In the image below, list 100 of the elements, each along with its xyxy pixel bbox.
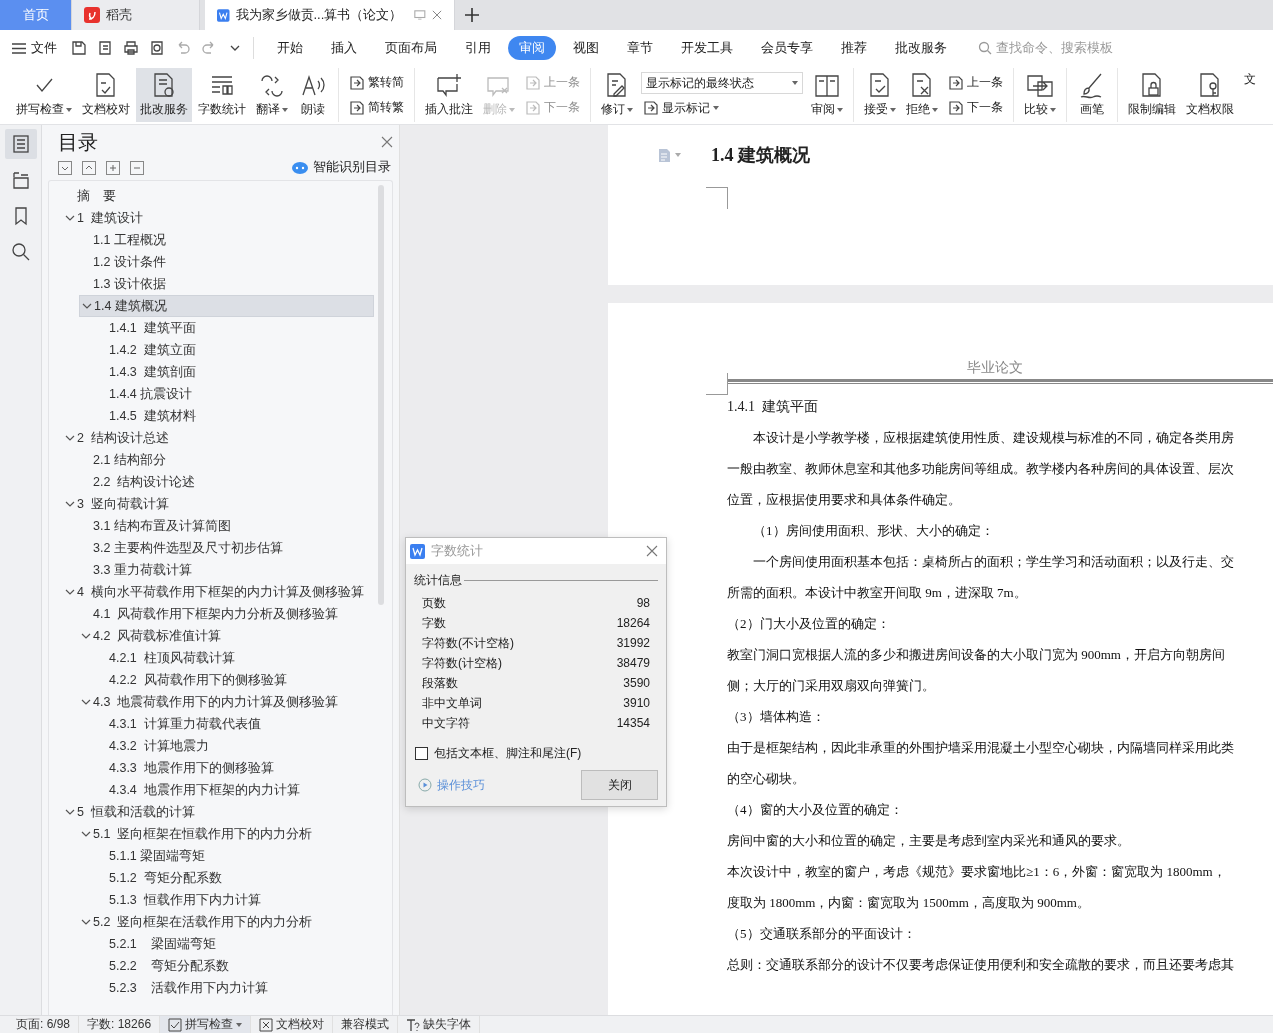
ribbon-button[interactable]: 上一条 <box>946 73 1005 92</box>
ribbon-button[interactable]: 接受 <box>860 68 900 122</box>
window-tab[interactable]: 我为家乡做贡...算书（论文） <box>205 0 455 30</box>
outline-item[interactable]: 4.3 地震荷载作用下的内力计算及侧移验算 <box>79 691 374 713</box>
outline-item[interactable]: 4.2.1 柱顶风荷载计算 <box>95 647 374 669</box>
outline-item[interactable]: 5.2 竖向框架在活载作用下的内力分析 <box>79 911 374 933</box>
menu-tab[interactable]: 引用 <box>454 36 502 60</box>
export-icon[interactable] <box>97 40 113 56</box>
chevron-down-box-icon[interactable] <box>58 160 72 175</box>
outline-item[interactable]: 3.3 重力荷载计算 <box>79 559 374 581</box>
outline-item[interactable]: 2.1 结构部分 <box>79 449 374 471</box>
ribbon-button[interactable]: 拼写检查 <box>12 68 76 122</box>
outline-item[interactable]: 1.4.4 抗震设计 <box>95 383 374 405</box>
outline-item[interactable]: 5.2.1 梁固端弯矩 <box>95 933 374 955</box>
outline-item[interactable]: 4.3.2 计算地震力 <box>95 735 374 757</box>
chevron-down-icon[interactable] <box>65 433 75 443</box>
ribbon-button[interactable]: 比较 <box>1020 68 1060 122</box>
menu-tab[interactable]: 推荐 <box>830 36 878 60</box>
print-preview-icon[interactable] <box>149 40 165 56</box>
status-button[interactable]: 拼写检查 <box>160 1015 252 1033</box>
chevron-down-icon[interactable] <box>65 499 75 509</box>
outline-item[interactable]: 4.2 风荷载标准值计算 <box>79 625 374 647</box>
outline-item[interactable]: 2 结构设计总述 <box>63 427 374 449</box>
close-button[interactable]: 关闭 <box>581 770 658 800</box>
file-menu[interactable]: 文件 <box>12 39 57 57</box>
outline-item[interactable]: 5.1.1 梁固端弯矩 <box>95 845 374 867</box>
outline-item[interactable]: 4.3.3 地震作用下的侧移验算 <box>95 757 374 779</box>
outline-item[interactable]: 3 竖向荷载计算 <box>63 493 374 515</box>
status-button[interactable]: 文档校对 <box>251 1015 334 1033</box>
plus-box-icon[interactable] <box>106 160 120 175</box>
outline-item[interactable]: 摘 要 <box>63 185 374 207</box>
outline-item[interactable]: 4.3.1 计算重力荷载代表值 <box>95 713 374 735</box>
chevron-down-icon[interactable] <box>65 807 75 817</box>
ribbon-button[interactable]: 修订 <box>597 68 637 122</box>
ribbon-button[interactable]: 字数统计 <box>194 68 250 122</box>
outline-item[interactable]: 4 横向水平荷载作用下框架的内力计算及侧移验算 <box>63 581 374 603</box>
outline-item[interactable]: 1.1 工程概况 <box>79 229 374 251</box>
outline-item[interactable]: 1.3 设计依据 <box>79 273 374 295</box>
outline-item[interactable]: 4.3.4 地震作用下框架的内力计算 <box>95 779 374 801</box>
outline-item[interactable]: 4.2.2 风荷载作用下的侧移验算 <box>95 669 374 691</box>
ribbon-button[interactable]: 显示标记 <box>641 98 803 118</box>
outline-item[interactable]: 1.2 设计条件 <box>79 251 374 273</box>
menu-tab[interactable]: 审阅 <box>508 36 556 60</box>
plus-icon[interactable] <box>465 8 479 22</box>
ribbon-button[interactable]: 文档权限 <box>1182 68 1238 122</box>
outline-item[interactable]: 5.1 竖向框架在恒载作用下的内力分析 <box>79 823 374 845</box>
outline-item[interactable]: 2.2 结构设计论述 <box>79 471 374 493</box>
save-icon[interactable] <box>71 40 87 56</box>
chevron-down-icon[interactable] <box>81 631 91 641</box>
outline-item[interactable]: 5 恒载和活载的计算 <box>63 801 374 823</box>
menu-tab[interactable]: 视图 <box>562 36 610 60</box>
outline-item[interactable]: 1 建筑设计 <box>63 207 374 229</box>
outline-item[interactable]: 4.1 风荷载作用下框架内力分析及侧移验算 <box>79 603 374 625</box>
sidebar-tab[interactable] <box>4 129 37 159</box>
ribbon-button[interactable]: 繁转简 <box>347 73 406 92</box>
ribbon-button[interactable]: 简转繁 <box>347 98 406 117</box>
ribbon-button[interactable]: 限制编辑 <box>1124 68 1180 122</box>
ribbon-button[interactable]: 文 <box>1240 68 1260 122</box>
ribbon-button[interactable]: 画笔 <box>1073 68 1111 122</box>
menu-tab[interactable]: 开始 <box>266 36 314 60</box>
outline-item[interactable]: 5.2.3 活载作用下内力计算 <box>95 977 374 999</box>
ribbon-button[interactable]: 审阅 <box>807 68 847 122</box>
chevron-down-icon[interactable] <box>81 829 91 839</box>
ribbon-button[interactable]: 下一条 <box>946 98 1005 117</box>
checkbox[interactable] <box>415 747 428 760</box>
status-button[interactable]: 缺失字体 <box>398 1015 481 1033</box>
outline-item[interactable]: 1.4.5 建筑材料 <box>95 405 374 427</box>
ribbon-button[interactable]: 朗读 <box>294 68 332 122</box>
chevron-down-icon[interactable] <box>81 697 91 707</box>
menu-tab[interactable]: 会员专享 <box>750 36 824 60</box>
close-icon[interactable] <box>432 9 442 21</box>
ribbon-button[interactable]: 拒绝 <box>902 68 942 122</box>
chevron-down-icon[interactable] <box>82 301 92 311</box>
ribbon-button[interactable]: 翻译 <box>252 68 292 122</box>
scrollbar[interactable] <box>378 185 384 605</box>
close-icon[interactable] <box>646 545 658 557</box>
outline-item[interactable]: 5.2.2 弯矩分配系数 <box>95 955 374 977</box>
outline-item[interactable]: 5.1.3 恒载作用下内力计算 <box>95 889 374 911</box>
chevron-down-icon[interactable] <box>65 213 75 223</box>
chevron-down-icon[interactable] <box>81 917 91 927</box>
menu-tab[interactable]: 插入 <box>320 36 368 60</box>
window-tab[interactable]: 稻壳 <box>72 0 200 30</box>
ribbon-button[interactable]: 插入批注 <box>421 68 477 122</box>
ribbon-button[interactable]: 文档校对 <box>78 68 134 122</box>
ribbon-button[interactable]: 批改服务 <box>136 68 192 122</box>
chevron-up-box-icon[interactable] <box>82 160 96 175</box>
smart-outline-button[interactable]: 智能识别目录 <box>292 159 391 176</box>
outline-item[interactable]: 1.4.3 建筑剖面 <box>95 361 374 383</box>
outline-item[interactable]: 5.1.2 弯矩分配系数 <box>95 867 374 889</box>
outline-item[interactable]: 1.4.1 建筑平面 <box>95 317 374 339</box>
close-icon[interactable] <box>381 136 393 148</box>
outline-item[interactable]: 3.1 结构布置及计算简图 <box>79 515 374 537</box>
menu-tab[interactable]: 页面布局 <box>374 36 448 60</box>
minus-box-icon[interactable] <box>130 160 144 175</box>
menu-tab[interactable]: 批改服务 <box>884 36 958 60</box>
chevron-down-icon[interactable] <box>65 587 75 597</box>
outline-item[interactable]: 1.4.2 建筑立面 <box>95 339 374 361</box>
markup-dropdown[interactable]: 显示标记的最终状态 <box>641 72 803 95</box>
outline-item[interactable]: 3.2 主要构件选型及尺寸初步估算 <box>79 537 374 559</box>
menu-tab[interactable]: 章节 <box>616 36 664 60</box>
